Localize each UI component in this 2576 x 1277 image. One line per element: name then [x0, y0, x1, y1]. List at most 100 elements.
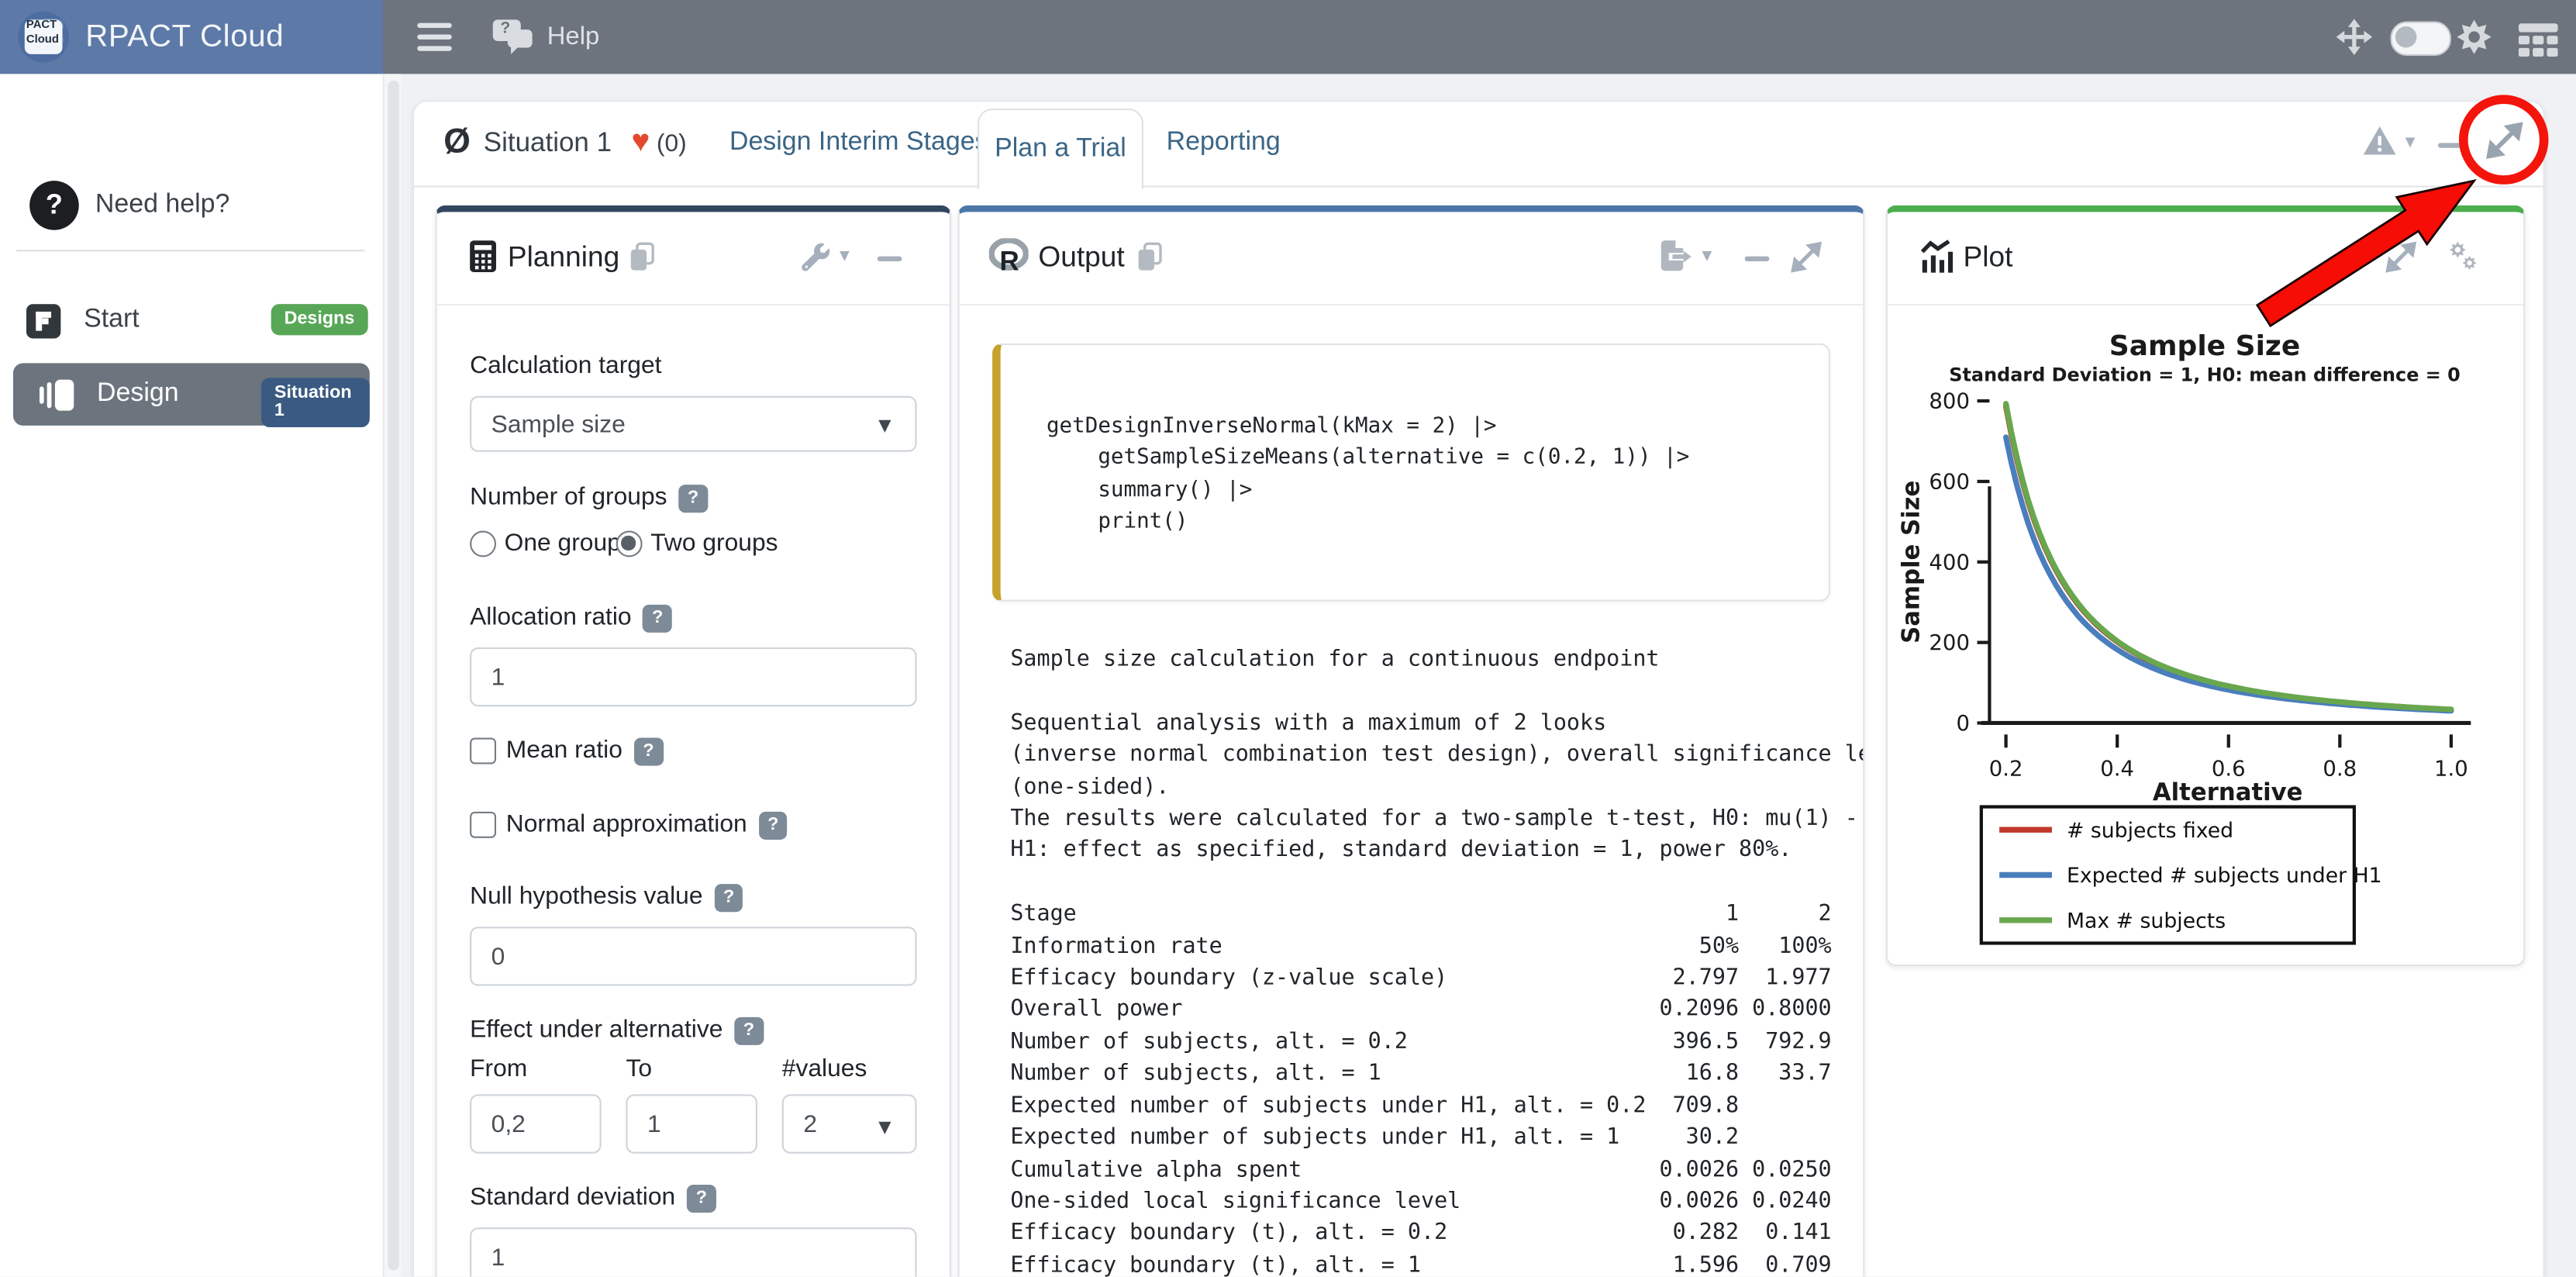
sidebar-item-design[interactable]: Design Situation 1: [13, 363, 370, 426]
svg-text:Sample Size: Sample Size: [1897, 481, 1925, 644]
values-label: #values: [782, 1055, 867, 1083]
sidebar-need-help[interactable]: ? Need help?: [0, 169, 383, 241]
panel-title: Planning: [508, 240, 619, 274]
expand-card-button[interactable]: [2484, 120, 2525, 161]
help-badge-icon[interactable]: ?: [634, 737, 664, 764]
null-set-icon: Ø: [443, 123, 471, 163]
panel-title: Plot: [1964, 240, 2013, 274]
chart-icon: [1920, 240, 1953, 272]
rpact-logo: R PACT Cloud: [18, 12, 69, 63]
r-code[interactable]: getDesignInverseNormal(kMax = 2) |> getS…: [1001, 345, 1829, 537]
to-input[interactable]: 1: [626, 1094, 757, 1153]
svg-text:0.2: 0.2: [1989, 756, 2023, 781]
favorite-count: (0): [657, 129, 687, 157]
sidebar: ? Need help? Start Designs Design Situat…: [0, 74, 383, 1276]
planning-panel: Planning ▾ Calculation target Sample siz…: [436, 205, 951, 1277]
design-icon: [40, 378, 74, 409]
panel-title: Output: [1038, 240, 1124, 274]
svg-text:200: 200: [1929, 630, 1970, 655]
export-icon[interactable]: [1657, 238, 1694, 274]
start-icon: [26, 303, 61, 338]
svg-text:Max # subjects: Max # subjects: [2067, 909, 2226, 933]
help-badge-icon[interactable]: ?: [687, 1184, 716, 1212]
svg-text:Expected # subjects under H1: Expected # subjects under H1: [2067, 864, 2382, 888]
allocation-ratio-label: Allocation ratio?: [470, 603, 672, 633]
from-input[interactable]: 0,2: [470, 1094, 602, 1153]
expand-panel-button[interactable]: [1789, 240, 1824, 274]
theme-toggle[interactable]: [2391, 22, 2451, 57]
arrows-move-icon[interactable]: [2334, 18, 2374, 56]
main-card: Ø Situation 1 ♥ (0) Design Interim Stage…: [414, 102, 2543, 1276]
tab-situation[interactable]: Ø Situation 1 ♥ (0): [443, 123, 687, 163]
mean-ratio-label: Mean ratio?: [506, 736, 664, 766]
to-label: To: [626, 1055, 652, 1083]
wrench-icon[interactable]: [802, 243, 829, 271]
export-caret-icon[interactable]: ▾: [1702, 243, 1712, 267]
plot-panel: Plot Sample SizeStandard Deviation = 1, …: [1886, 205, 2525, 966]
from-label: From: [470, 1055, 527, 1083]
allocation-ratio-input[interactable]: 1: [470, 647, 916, 706]
expand-panel-button[interactable]: [2384, 240, 2419, 274]
copy-icon[interactable]: [629, 242, 656, 273]
sidebar-item-start[interactable]: Start Designs: [0, 289, 383, 352]
help-badge-icon[interactable]: ?: [734, 1016, 764, 1044]
standard-deviation-input[interactable]: 1: [470, 1227, 916, 1277]
apps-grid-icon[interactable]: [2519, 22, 2558, 60]
copy-icon[interactable]: [1137, 242, 1164, 273]
tab-design-interim-stages[interactable]: Design Interim Stages: [729, 128, 988, 157]
sidebar-item-label: Start: [84, 305, 140, 335]
values-select[interactable]: 2▼: [782, 1094, 917, 1153]
svg-text:Sample Size: Sample Size: [2109, 330, 2301, 362]
svg-text:R: R: [1000, 247, 1019, 274]
wrench-caret-icon[interactable]: ▾: [840, 243, 850, 267]
menu-toggle-icon[interactable]: [417, 23, 452, 51]
situation-badge: Situation 1: [261, 378, 370, 427]
sidebar-divider: [16, 250, 364, 251]
null-hypothesis-label: Null hypothesis value?: [470, 882, 743, 913]
null-hypothesis-input[interactable]: 0: [470, 927, 916, 985]
standard-deviation-label: Standard deviation?: [470, 1183, 716, 1213]
calculation-target-select[interactable]: Sample size▼: [470, 396, 916, 452]
warning-caret-icon[interactable]: ▾: [2405, 129, 2416, 153]
mean-ratio-checkbox[interactable]: [470, 738, 495, 764]
brand-header[interactable]: R PACT Cloud RPACT Cloud: [0, 0, 383, 74]
chevron-down-icon: ▼: [874, 1114, 895, 1139]
settings-gear-icon[interactable]: [2454, 18, 2494, 56]
svg-text:400: 400: [1929, 550, 1970, 575]
number-of-groups-label: Number of groups?: [470, 483, 708, 513]
help-badge-icon[interactable]: ?: [714, 883, 743, 911]
svg-text:600: 600: [1929, 469, 1970, 494]
minimize-card-button[interactable]: [2438, 143, 2463, 147]
tab-reporting[interactable]: Reporting: [1167, 128, 1281, 157]
top-bar: R PACT Cloud RPACT Cloud Help: [0, 0, 2576, 74]
plot-settings-gears-icon[interactable]: [2443, 238, 2479, 274]
minimize-panel-button[interactable]: [1745, 257, 1770, 261]
designs-badge: Designs: [271, 304, 368, 335]
svg-text:Standard Deviation = 1, H0: me: Standard Deviation = 1, H0: mean differe…: [1949, 364, 2460, 386]
warning-icon[interactable]: [2362, 125, 2397, 156]
normal-approximation-checkbox[interactable]: [470, 812, 495, 837]
normal-approximation-label: Normal approximation?: [506, 810, 788, 840]
tab-plan-a-trial[interactable]: Plan a Trial: [978, 109, 1143, 189]
sidebar-scrollbar: [383, 74, 401, 1276]
help-button[interactable]: Help: [493, 15, 600, 59]
toggle-knob: [2395, 26, 2417, 48]
radio-two-groups[interactable]: [616, 531, 643, 557]
r-logo-icon: R: [989, 238, 1029, 274]
sample-size-chart: Sample SizeStandard Deviation = 1, H0: m…: [1888, 302, 2523, 965]
svg-text:0.8: 0.8: [2323, 756, 2357, 781]
help-chat-icon: [493, 19, 536, 55]
output-panel: R Output ▾ getDesignInve: [958, 205, 1865, 1277]
r-output-text: Sample size calculation for a continuous…: [1010, 644, 1864, 1277]
favorite-heart-icon[interactable]: ♥: [631, 125, 650, 161]
calculator-icon: [470, 240, 496, 272]
radio-one-group[interactable]: [470, 531, 496, 557]
chevron-down-icon: ▼: [874, 412, 895, 437]
minimize-panel-button[interactable]: [878, 257, 902, 261]
help-badge-icon[interactable]: ?: [643, 604, 672, 632]
scrollbar-thumb[interactable]: [387, 81, 398, 1270]
help-badge-icon[interactable]: ?: [759, 811, 788, 839]
effect-under-alternative-label: Effect under alternative?: [470, 1016, 764, 1046]
svg-text:800: 800: [1929, 389, 1970, 414]
help-badge-icon[interactable]: ?: [678, 484, 708, 512]
